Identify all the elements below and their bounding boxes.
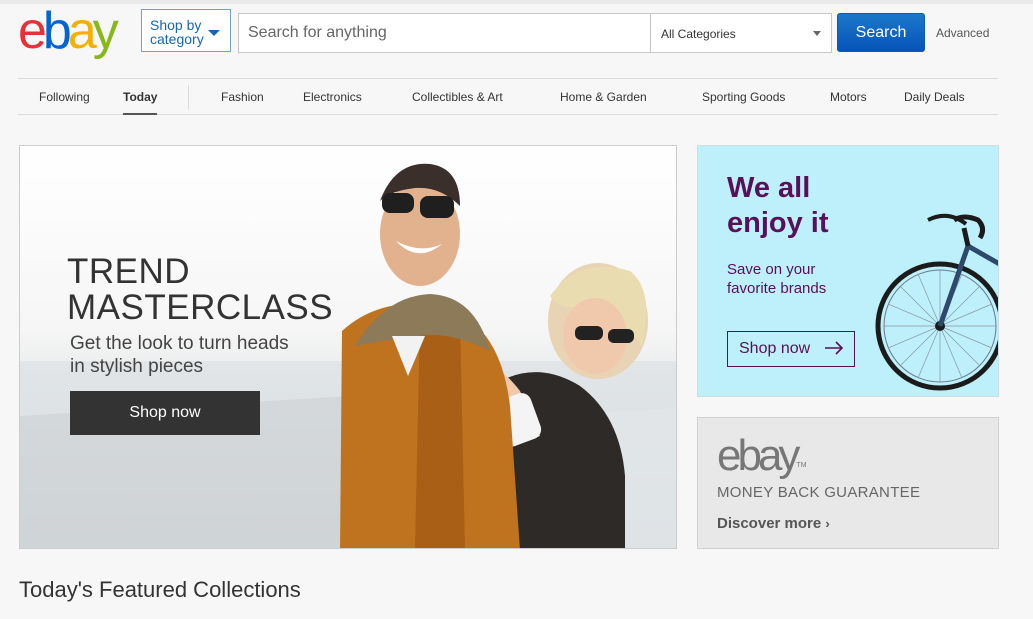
bicycle-image (875, 213, 998, 391)
chevron-right-icon: › (825, 516, 830, 531)
chevron-down-icon (208, 30, 220, 36)
hero-title-line2: MASTERCLASS (67, 288, 334, 327)
promo-title: We all enjoy it (727, 171, 829, 241)
brand-promo-card[interactable]: We all enjoy it Save on your favorite br… (697, 145, 999, 397)
chevron-down-icon (813, 31, 821, 36)
shop-by-category-label: Shop by category (150, 17, 204, 47)
mbg-logo-tm: TM (796, 462, 807, 469)
featured-collections-heading: Today's Featured Collections (19, 577, 301, 602)
category-nav: Following Today Fashion Electronics Coll… (18, 78, 998, 115)
logo-letter-e: e (18, 2, 47, 60)
nav-item-daily-deals[interactable]: Daily Deals (904, 90, 965, 104)
discover-more-link[interactable]: Discover more › (717, 515, 830, 532)
arrow-right-icon (825, 341, 844, 355)
money-back-guarantee-card[interactable]: ebayTM MONEY BACK GUARANTEE Discover mor… (697, 417, 999, 549)
nav-item-sporting-goods[interactable]: Sporting Goods (702, 90, 785, 104)
search-button[interactable]: Search (837, 13, 925, 52)
logo-letter-y: y (92, 2, 119, 60)
nav-item-today[interactable]: Today (123, 90, 158, 115)
nav-item-motors[interactable]: Motors (830, 90, 867, 104)
nav-item-collectibles-art[interactable]: Collectibles & Art (412, 90, 503, 104)
logo-letter-a: a (67, 2, 97, 60)
promo-shop-now-button[interactable]: Shop now (727, 331, 855, 367)
advanced-search-link[interactable]: Advanced (936, 26, 989, 40)
discover-more-label: Discover more (717, 515, 822, 532)
ebay-logo[interactable]: ebay (18, 2, 119, 60)
hero-title-line1: TREND (67, 252, 191, 291)
nav-item-following[interactable]: Following (39, 90, 90, 104)
nav-divider (188, 85, 189, 110)
nav-item-electronics[interactable]: Electronics (303, 90, 362, 104)
search-input[interactable] (239, 14, 649, 52)
search-bar: All Categories (238, 13, 832, 53)
promo-subtitle-line2: favorite brands (727, 280, 827, 297)
promo-subtitle: Save on your favorite brands (727, 260, 826, 298)
hero-title: TREND MASTERCLASS (67, 254, 333, 326)
hero-subtitle: Get the look to turn heads in stylish pi… (70, 333, 289, 377)
top-border (0, 0, 1033, 4)
category-select[interactable]: All Categories (650, 14, 831, 52)
shop-by-category-button[interactable]: Shop by category (141, 9, 231, 52)
nav-item-fashion[interactable]: Fashion (221, 90, 264, 104)
promo-title-line1: We all (727, 172, 811, 204)
mbg-logo-text: ebay (717, 431, 800, 480)
ebay-gray-logo: ebayTM (717, 434, 807, 478)
money-back-guarantee-text: MONEY BACK GUARANTEE (717, 484, 921, 501)
nav-item-home-garden[interactable]: Home & Garden (560, 90, 647, 104)
hero-shop-now-button[interactable]: Shop now (70, 391, 260, 435)
hero-banner[interactable]: TREND MASTERCLASS Get the look to turn h… (19, 145, 677, 549)
promo-subtitle-line1: Save on your (727, 261, 816, 278)
promo-title-line2: enjoy it (727, 207, 829, 239)
logo-letter-b: b (42, 2, 72, 60)
promo-shop-now-label: Shop now (739, 340, 811, 357)
category-select-value: All Categories (661, 27, 736, 41)
